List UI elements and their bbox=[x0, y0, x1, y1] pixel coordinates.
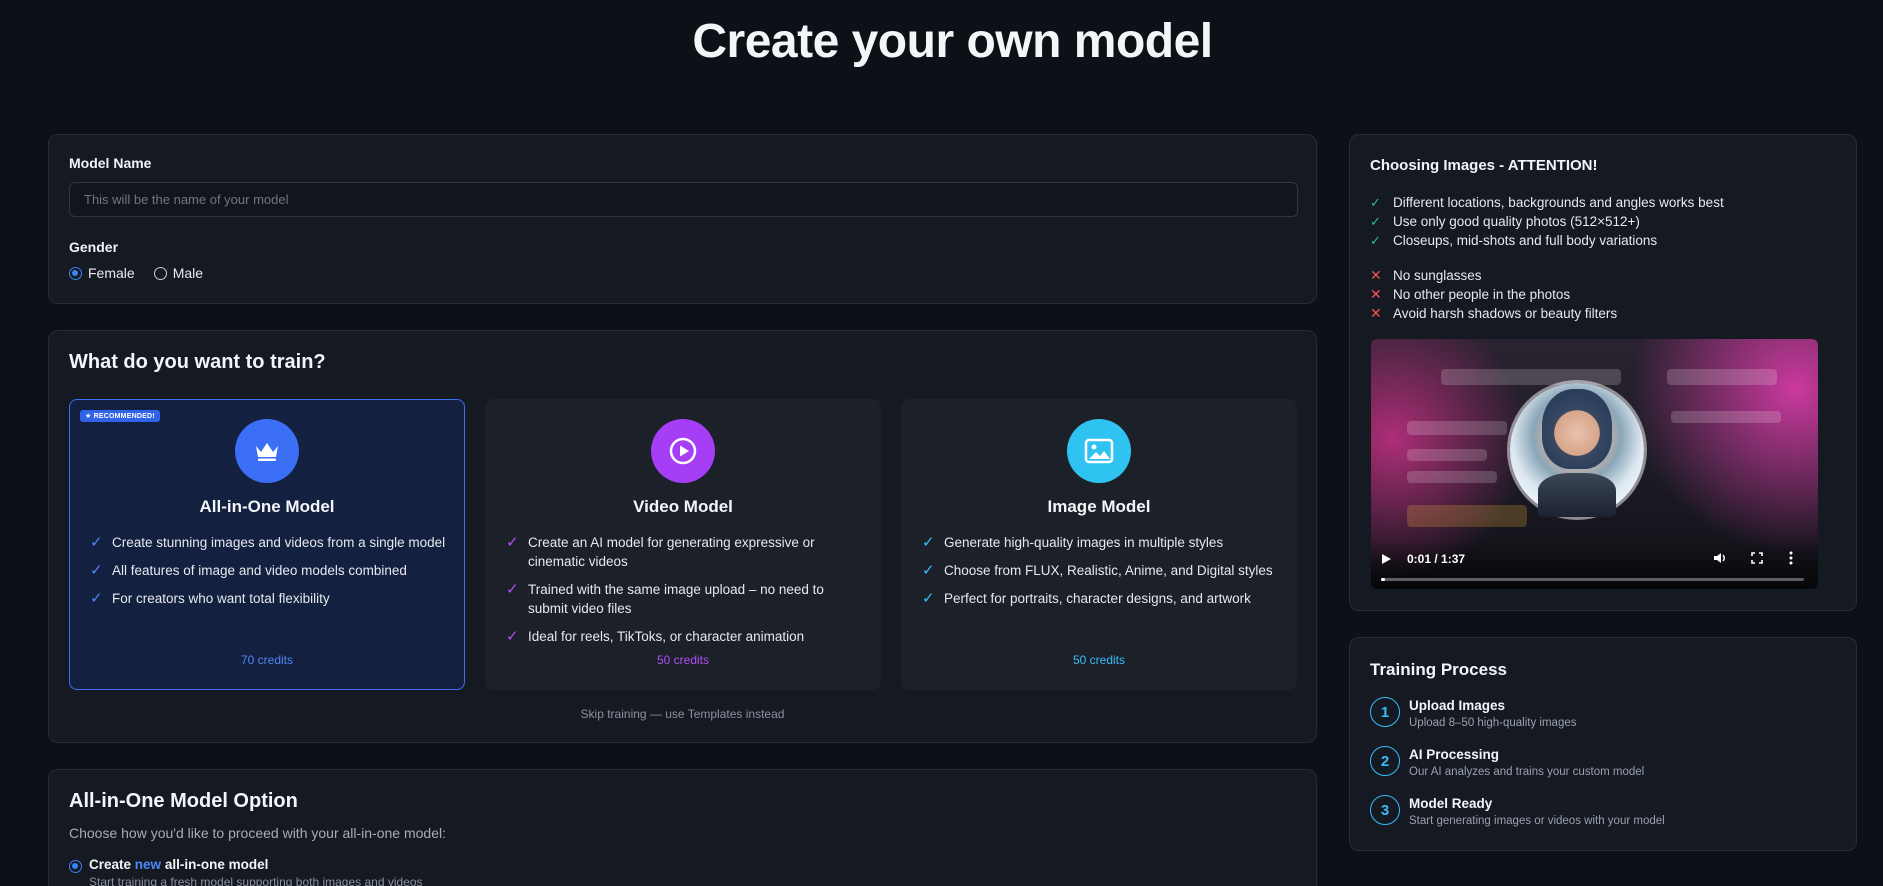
step-description: Our AI analyzes and trains your custom m… bbox=[1409, 766, 1645, 778]
gender-male-radio[interactable] bbox=[153, 266, 167, 280]
more-options-icon[interactable] bbox=[1789, 551, 1793, 568]
check-icon: ✓ bbox=[506, 534, 519, 551]
image-guidelines-card: Choosing Images - ATTENTION! ✓ Different … bbox=[1349, 134, 1857, 611]
crown-icon bbox=[235, 419, 299, 483]
create-new-label: Create new all-in-one model bbox=[89, 857, 269, 872]
feature-item: ✓ Ideal for reels, TikToks, or character … bbox=[506, 628, 805, 645]
step-description: Start generating images or videos with y… bbox=[1409, 815, 1665, 827]
gender-female-option[interactable]: Female bbox=[69, 265, 135, 281]
check-icon: ✓ bbox=[90, 562, 103, 579]
step-title: Upload Images bbox=[1409, 698, 1506, 713]
all-in-one-option-card: All-in-One Model Option Choose how you'd… bbox=[48, 769, 1317, 886]
do-list: ✓ Different locations, backgrounds and an… bbox=[1370, 193, 1836, 250]
model-name-label: Model Name bbox=[69, 155, 152, 171]
play-icon[interactable] bbox=[1381, 553, 1392, 568]
feature-item: ✓ Create stunning images and videos from … bbox=[90, 534, 446, 551]
process-step: 3 Model Ready Start generating images or … bbox=[1370, 795, 1836, 827]
cross-icon: ✕ bbox=[1370, 267, 1382, 283]
feature-item: ✓ Trained with the same image upload – no… bbox=[506, 581, 824, 616]
image-icon bbox=[1067, 419, 1131, 483]
train-type-card: What do you want to train? ★ RECOMMENDED… bbox=[48, 330, 1317, 743]
step-number: 3 bbox=[1370, 795, 1400, 825]
feature-item: ✓ Create an AI model for generating expre… bbox=[506, 534, 815, 569]
train-type-title: What do you want to train? bbox=[69, 351, 326, 373]
training-process-title: Training Process bbox=[1370, 660, 1507, 679]
feature-item: ✓ Choose from FLUX, Realistic, Anime, and… bbox=[922, 562, 1273, 579]
option-all-in-one[interactable]: ★ RECOMMENDED! All-in-One Model ✓ Create … bbox=[69, 399, 465, 690]
video-progress-bar[interactable] bbox=[1381, 578, 1804, 581]
aio-option-title: All-in-One Model Option bbox=[69, 790, 298, 812]
gender-male-option[interactable]: Male bbox=[153, 265, 204, 281]
aio-option-subtitle: Choose how you'd like to proceed with yo… bbox=[69, 825, 446, 841]
page-title: Create your own model bbox=[692, 15, 1213, 68]
guidelines-title: Choosing Images - ATTENTION! bbox=[1370, 157, 1598, 174]
create-new-option[interactable]: Create new all-in-one model Start traini… bbox=[69, 857, 1296, 886]
video-controls: 0:01 / 1:37 bbox=[1371, 539, 1818, 589]
recommended-badge: ★ RECOMMENDED! bbox=[80, 410, 160, 422]
fullscreen-icon[interactable] bbox=[1751, 552, 1763, 567]
do-item: ✓ Different locations, backgrounds and an… bbox=[1370, 195, 1724, 210]
step-number: 1 bbox=[1370, 697, 1400, 727]
check-icon: ✓ bbox=[922, 534, 935, 551]
step-number: 2 bbox=[1370, 746, 1400, 776]
dont-item: ✕ No sunglasses bbox=[1370, 267, 1482, 283]
process-step: 1 Upload Images Upload 8–50 high-quality … bbox=[1370, 697, 1836, 729]
feature-list: ✓ Create stunning images and videos from … bbox=[90, 533, 464, 608]
gender-female-label: Female bbox=[88, 265, 135, 281]
check-icon: ✓ bbox=[922, 562, 935, 579]
option-title: Video Model bbox=[633, 497, 733, 516]
credits-label: 50 credits bbox=[1072, 653, 1126, 667]
gender-male-label: Male bbox=[172, 265, 204, 281]
volume-icon[interactable] bbox=[1713, 552, 1727, 567]
check-icon: ✓ bbox=[1370, 233, 1381, 248]
video-progress-fill bbox=[1381, 578, 1386, 581]
credits-label: 70 credits bbox=[240, 653, 294, 667]
gender-radio-group: Female Male bbox=[69, 265, 1296, 281]
dont-item: ✕ Avoid harsh shadows or beauty filters bbox=[1370, 305, 1618, 321]
feature-item: ✓ All features of image and video models … bbox=[90, 562, 407, 579]
train-options: ★ RECOMMENDED! All-in-One Model ✓ Create … bbox=[69, 399, 1297, 690]
check-icon: ✓ bbox=[90, 534, 103, 551]
step-title: Model Ready bbox=[1409, 796, 1493, 811]
check-icon: ✓ bbox=[1370, 195, 1381, 210]
step-title: AI Processing bbox=[1409, 747, 1500, 762]
process-steps: 1 Upload Images Upload 8–50 high-quality … bbox=[1370, 697, 1836, 827]
gender-label: Gender bbox=[69, 239, 119, 255]
check-icon: ✓ bbox=[90, 590, 103, 607]
training-process-card: Training Process 1 Upload Images Upload 8… bbox=[1349, 637, 1857, 851]
feature-list: ✓ Generate high-quality images in multipl… bbox=[922, 533, 1296, 608]
option-title: All-in-One Model bbox=[199, 497, 335, 516]
skip-training-link[interactable]: Skip training — use Templates instead bbox=[49, 707, 1316, 721]
check-icon: ✓ bbox=[506, 581, 519, 598]
gender-female-radio[interactable] bbox=[69, 266, 82, 280]
option-image-model[interactable]: Image Model ✓ Generate high-quality image… bbox=[901, 399, 1297, 690]
do-item: ✓ Use only good quality photos (512×512+) bbox=[1370, 214, 1640, 229]
model-name-input[interactable] bbox=[69, 182, 1298, 217]
play-icon bbox=[651, 419, 715, 483]
option-video-model[interactable]: Video Model ✓ Create an AI model for gene… bbox=[485, 399, 881, 690]
step-description: Upload 8–50 high-quality images bbox=[1409, 717, 1577, 729]
feature-item: ✓ For creators who want total flexibility bbox=[90, 590, 330, 607]
credits-label: 50 credits bbox=[656, 653, 710, 667]
feature-list: ✓ Create an AI model for generating expre… bbox=[506, 533, 880, 646]
video-thumbnail-avatar bbox=[1510, 383, 1644, 517]
feature-item: ✓ Generate high-quality images in multipl… bbox=[922, 534, 1224, 551]
dont-list: ✕ No sunglasses ✕ No other people in the p… bbox=[1370, 266, 1836, 323]
model-name-card: Model Name Gender Female Male bbox=[48, 134, 1317, 304]
check-icon: ✓ bbox=[1370, 214, 1381, 229]
check-icon: ✓ bbox=[922, 590, 935, 607]
feature-item: ✓ Perfect for portraits, character design… bbox=[922, 590, 1251, 607]
create-new-radio[interactable] bbox=[69, 860, 82, 873]
create-new-description: Start training a fresh model supporting … bbox=[89, 875, 423, 886]
option-title: Image Model bbox=[1047, 497, 1151, 516]
cross-icon: ✕ bbox=[1370, 305, 1382, 321]
video-time: 0:01 / 1:37 bbox=[1407, 552, 1466, 566]
process-step: 2 AI Processing Our AI analyzes and train… bbox=[1370, 746, 1836, 778]
cross-icon: ✕ bbox=[1370, 286, 1382, 302]
do-item: ✓ Closeups, mid-shots and full body varia… bbox=[1370, 233, 1658, 248]
check-icon: ✓ bbox=[506, 628, 519, 645]
dont-item: ✕ No other people in the photos bbox=[1370, 286, 1571, 302]
tutorial-video-player[interactable]: 0:01 / 1:37 bbox=[1371, 339, 1818, 589]
